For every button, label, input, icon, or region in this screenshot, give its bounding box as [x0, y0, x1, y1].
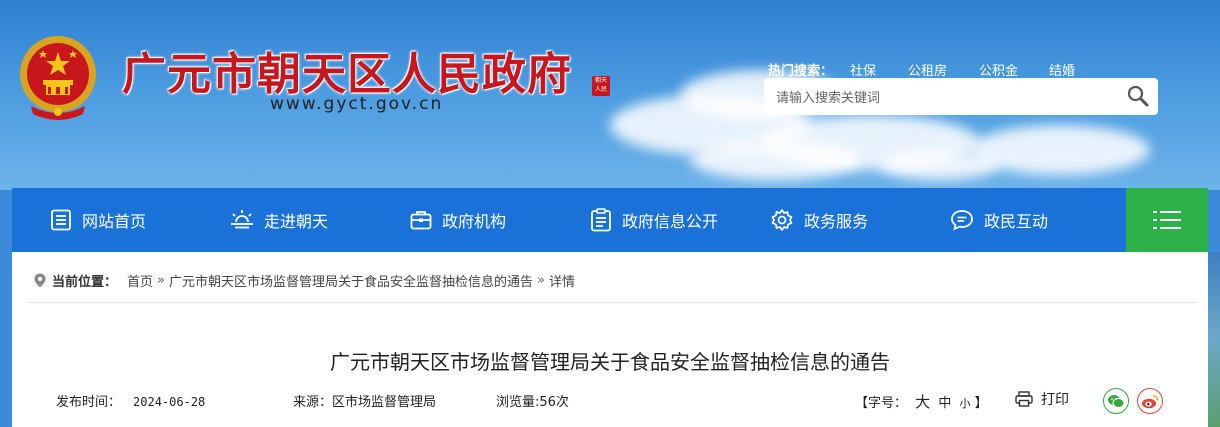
cloud: [690, 140, 860, 180]
hot-keyword-link[interactable]: 公租房: [908, 60, 947, 79]
breadcrumb-separator: »: [537, 273, 545, 288]
font-size-control: 【字号： 大 中 小 】: [855, 391, 988, 412]
nav-item-about[interactable]: 走进朝天: [230, 188, 328, 252]
share-weibo-button[interactable]: [1137, 388, 1163, 414]
printer-icon: [1015, 391, 1033, 407]
nav-item-services[interactable]: 政务服务: [770, 188, 868, 252]
font-size-small-button[interactable]: 小: [959, 397, 970, 410]
hot-search-label: 热门搜索：: [768, 64, 834, 79]
breadcrumb-label: 当前位置：: [52, 275, 118, 290]
breadcrumb-home-link[interactable]: 首页: [127, 271, 153, 290]
search-input[interactable]: [774, 86, 1118, 108]
main-nav: 网站首页 走进朝天 政府机构 政府信息公开 政务服务 政民互动: [12, 188, 1208, 252]
chat-icon: [951, 210, 973, 231]
hot-keyword-link[interactable]: 社保: [850, 60, 876, 79]
article-source: 来源：区市场监督管理局: [293, 395, 437, 410]
home-icon: [51, 209, 71, 231]
nav-item-label: 政民互动: [984, 212, 1049, 231]
location-pin-icon: [34, 273, 46, 288]
font-size-prefix: 【字号：: [855, 396, 908, 411]
divider: [28, 302, 1198, 303]
wechat-icon: [1108, 394, 1125, 408]
view-count: 浏览量:56次: [496, 395, 569, 410]
breadcrumb-article-link[interactable]: 广元市朝天区市场监督管理局关于食品安全监督抽检信息的通告: [169, 271, 533, 290]
nav-item-info-disclosure[interactable]: 政府信息公开: [590, 188, 718, 252]
site-title: 广元市朝天区人民政府: [122, 49, 572, 100]
font-size-medium-button[interactable]: 中: [938, 396, 951, 411]
weibo-icon: [1142, 394, 1159, 408]
search-icon[interactable]: [1126, 84, 1150, 108]
publish-time-label: 发布时间：: [56, 395, 122, 410]
gear-icon: [771, 209, 793, 231]
site-url: www.gyct.gov.cn: [270, 94, 444, 114]
print-button[interactable]: 打印: [1015, 389, 1069, 409]
nav-item-label: 政府信息公开: [622, 212, 719, 231]
header-banner: 广元市朝天区人民政府 朝天 人民 www.gyct.gov.cn 热门搜索： 社保…: [0, 0, 1220, 190]
font-size-large-button[interactable]: 大: [915, 393, 930, 411]
background-strip: [1208, 252, 1220, 427]
hot-keyword-link[interactable]: 公积金: [979, 60, 1018, 79]
breadcrumb-separator: »: [157, 273, 165, 288]
nav-item-label: 政务服务: [804, 212, 869, 231]
font-size-suffix: 】: [974, 396, 988, 411]
menu-icon: [1153, 211, 1181, 229]
clipboard-icon: [591, 208, 611, 232]
nav-item-interaction[interactable]: 政民互动: [950, 188, 1048, 252]
breadcrumb: 当前位置： 首页 » 广元市朝天区市场监督管理局关于食品安全监督抽检信息的通告 …: [34, 271, 575, 290]
hot-keyword-link[interactable]: 结婚: [1049, 60, 1075, 79]
print-label: 打印: [1041, 392, 1069, 408]
breadcrumb-current: 详情: [548, 275, 575, 290]
seal-stamp-icon: 朝天 人民: [592, 76, 610, 96]
share-wechat-button[interactable]: [1103, 388, 1129, 414]
search-box: [764, 78, 1158, 115]
briefcase-icon: [410, 211, 432, 230]
hot-search: 热门搜索： 社保 公租房 公积金 结婚: [768, 60, 1075, 79]
publish-date: 2024-06-28: [133, 395, 206, 409]
nav-item-label: 网站首页: [82, 212, 147, 231]
content-panel: 当前位置： 首页 » 广元市朝天区市场监督管理局关于食品安全监督抽检信息的通告 …: [12, 252, 1208, 427]
nav-item-home[interactable]: 网站首页: [50, 188, 146, 252]
nav-item-label: 走进朝天: [264, 212, 329, 231]
national-emblem-icon: [20, 36, 96, 120]
publish-time: 发布时间： 2024-06-28: [56, 391, 205, 410]
article-title: 广元市朝天区市场监督管理局关于食品安全监督抽检信息的通告: [330, 350, 890, 374]
menu-button[interactable]: [1126, 188, 1208, 252]
cloud: [880, 150, 1000, 180]
nav-item-label: 政府机构: [442, 212, 507, 231]
nav-item-agencies[interactable]: 政府机构: [410, 188, 506, 252]
sunrise-icon: [231, 210, 253, 229]
